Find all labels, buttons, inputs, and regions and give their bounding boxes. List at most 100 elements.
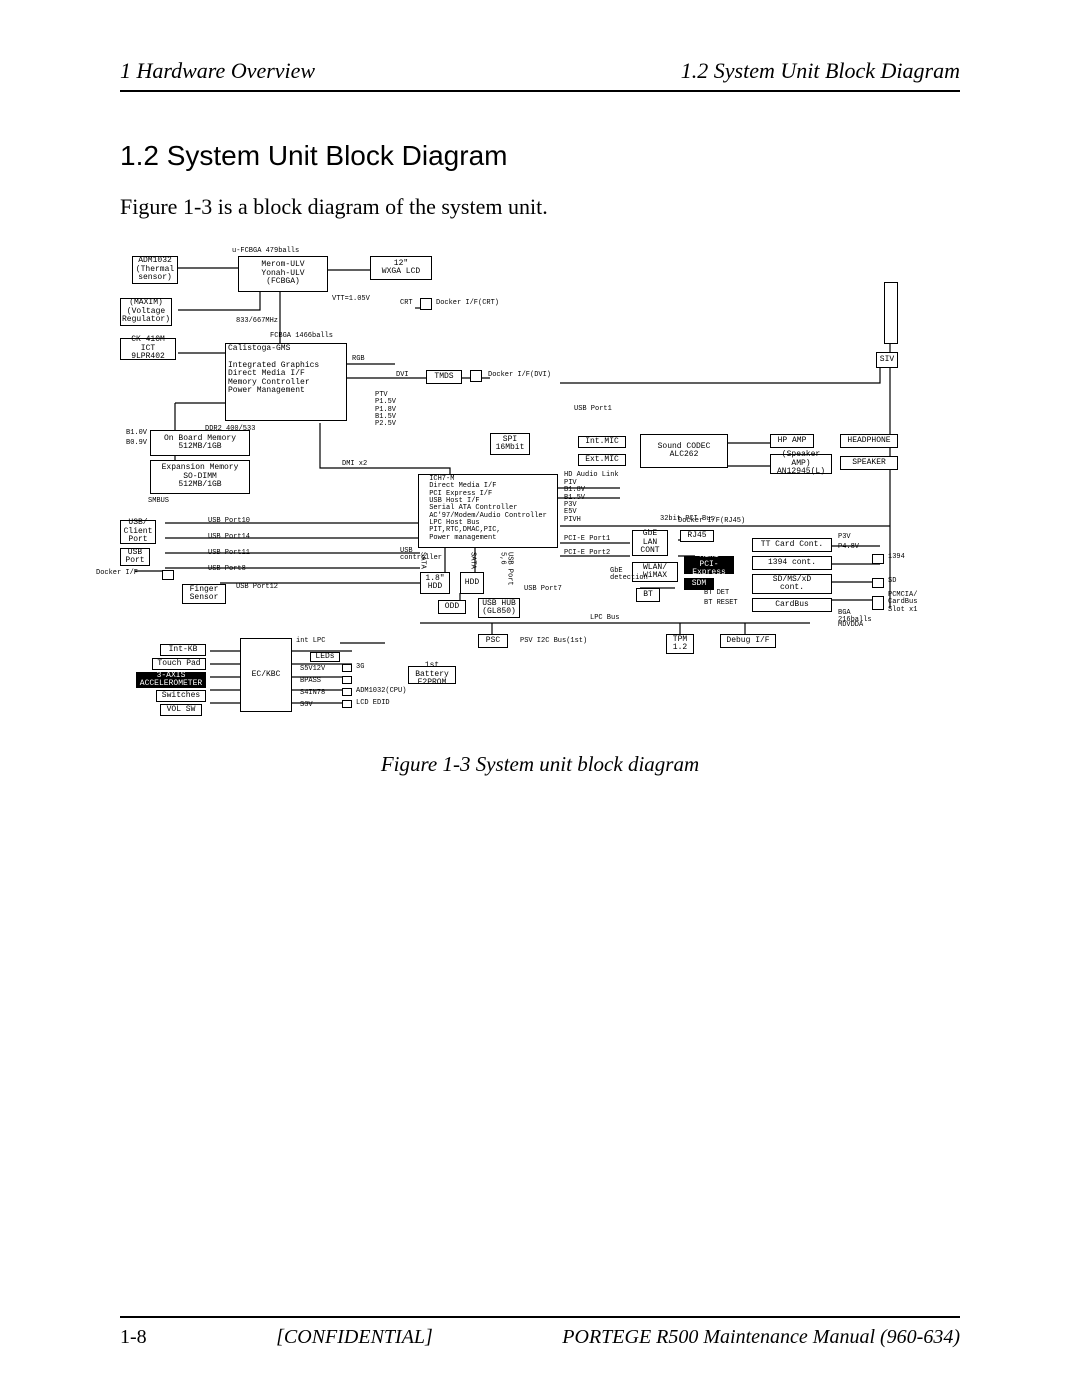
label-fcbga479: u-FCBGA 479balls xyxy=(232,248,299,255)
label-lpc-bus: LPC Bus xyxy=(590,615,619,622)
block-vol-sw: VOL SW xyxy=(160,704,202,716)
label-usb-p11: USB Port11 xyxy=(208,550,250,557)
label-adm1032: ADM1032(CPU) xyxy=(356,688,406,695)
connector-bpass xyxy=(342,676,352,684)
section-title: 1.2 System Unit Block Diagram xyxy=(120,140,960,172)
label-docker-if: Docker I/F xyxy=(96,570,138,577)
label-gbe-det: GbE detection xyxy=(610,568,648,583)
label-int-lpc: int LPC xyxy=(296,638,325,645)
label-crt: CRT xyxy=(400,300,413,307)
label-usb-p14: USB Port14 xyxy=(208,534,250,541)
label-p48v: P4.8V xyxy=(838,544,859,551)
label-docker-dvi: Docker I/F(DVI) xyxy=(488,372,551,379)
block-sd-ms-xd: SD/MS/xD cont. xyxy=(752,574,832,594)
block-int-mic: Int.MIC xyxy=(578,436,626,448)
label-docker-crt: Docker I/F(CRT) xyxy=(436,300,499,307)
block-cpu: Merom-ULV Yonah-ULV (FCBGA) xyxy=(238,256,328,292)
block-ttcard: TT Card Cont. xyxy=(752,538,832,552)
block-debug-if: Debug I/F xyxy=(720,634,776,648)
block-voltage-regulator: (MAXIM) (Voltage Regulator) xyxy=(120,298,172,326)
footer-page: 1-8 xyxy=(120,1326,147,1349)
block-sound-codec: Sound CODEC ALC262 xyxy=(640,434,728,468)
label-usb-port1: USB Port1 xyxy=(574,406,612,413)
block-thermal-sensor: ADM1032 (Thermal sensor) xyxy=(132,256,178,284)
block-lcd: 12″ WXGA LCD xyxy=(370,256,432,280)
label-b1v0: B1.0V xyxy=(126,430,147,437)
block-speaker-amp: (Speaker AMP) AN12945(L) xyxy=(770,454,832,474)
block-rj45: RJ45 xyxy=(680,530,714,542)
label-dvi: DVI xyxy=(396,372,409,379)
block-leds: LEDs xyxy=(310,652,340,662)
section-intro: Figure 1-3 is a block diagram of the sys… xyxy=(120,194,960,220)
label-power-v: PTV P1.5V P1.8V B1.5V P2.5V xyxy=(375,392,396,429)
label-s5v12: S5V12V xyxy=(300,666,325,673)
label-smbus: SMBUS xyxy=(148,498,169,505)
block-hp-amp: HP AMP xyxy=(770,434,814,448)
label-rgb: RGB xyxy=(352,356,365,363)
label-bt-reset: BT RESET xyxy=(704,600,738,607)
label-pvlist: PIV B1.8V B1.5V P3V E5V PIVH xyxy=(564,480,585,524)
block-hdd2: HDD xyxy=(460,572,484,594)
label-usb-p10: USB Port10 xyxy=(208,518,250,525)
label-1394: 1394 xyxy=(888,554,905,561)
figure-caption: Figure 1-3 System unit block diagram xyxy=(120,752,960,777)
label-s4in78: S4IN78 xyxy=(300,690,325,697)
label-vtt: VTT=1.05V xyxy=(332,296,370,303)
label-pcie1: PCI-E Port1 xyxy=(564,536,610,543)
label-mdvdda: MDVDDA xyxy=(838,622,863,629)
block-1394: 1394 cont. xyxy=(752,556,832,570)
label-pcie2: PCI-E Port2 xyxy=(564,550,610,557)
connector-crt xyxy=(420,298,432,310)
label-fcbga1466: FCBGA 1466balls xyxy=(270,333,333,340)
footer-manual: PORTEGE R500 Maintenance Manual (960-634… xyxy=(562,1326,960,1349)
label-usb-controller: USB controller xyxy=(400,548,442,563)
block-ext-mic: Ext.MIC xyxy=(578,454,626,466)
label-usb-p7: USB Port7 xyxy=(524,586,562,593)
label-s3v: S3V xyxy=(300,702,313,709)
connector-1394 xyxy=(872,554,884,564)
block-hdd1: 1.8″ HDD xyxy=(420,572,450,594)
block-tmds: TMDS xyxy=(426,370,462,384)
block-spi: SPI 16Mbit xyxy=(490,433,530,455)
connector-s4in xyxy=(342,688,352,696)
block-tpm: TPM 1.2 xyxy=(666,634,694,654)
block-usb-hub: USB HUB (GL850) xyxy=(478,598,520,618)
block-bt: BT xyxy=(636,588,660,602)
block-odd: ODD xyxy=(438,600,466,614)
connector-3g xyxy=(342,664,352,672)
label-pci-bus: 32bit PCI Bus xyxy=(660,516,715,523)
block-int-kb: Int-KB xyxy=(160,644,206,656)
block-switches: Switches xyxy=(156,690,206,702)
block-diagram: ADM1032 (Thermal sensor) Merom-ULV Yonah… xyxy=(120,248,930,728)
block-headphone: HEADPHONE xyxy=(840,434,898,448)
label-dmi: DMI x2 xyxy=(342,461,367,468)
connector-docker xyxy=(162,570,174,580)
label-3g: 3G xyxy=(356,664,364,671)
block-siv: SIV xyxy=(876,352,898,368)
block-onboard-memory: On Board Memory 512MB/1GB xyxy=(150,430,250,456)
block-ich7m: ICH7-M Direct Media I/F PCI Express I/F … xyxy=(418,474,558,548)
label-usb-p12: USB Port12 xyxy=(236,584,278,591)
block-touchpad: Touch Pad xyxy=(152,658,206,670)
block-mini-pciexpress: Mini PCI-Express xyxy=(684,556,734,574)
block-gbe-lan: GbE LAN CONT xyxy=(632,530,668,556)
block-gmch: Calistoga-GMS Integrated Graphics Direct… xyxy=(225,343,347,421)
block-eeprom: 1st Battery E2PROM xyxy=(408,666,456,684)
label-pcmcia: PCMCIA/ CardBus Slot x1 xyxy=(888,592,917,614)
label-b0v9: B0.9V xyxy=(126,440,147,447)
label-psc-i2c: PSV I2C Bus(1st) xyxy=(520,638,587,645)
header-left: 1 Hardware Overview xyxy=(120,58,315,84)
block-clock: CK 410M ICT 9LPR402 xyxy=(120,338,176,360)
block-accelerometer: 3-AXIS ACCELEROMETER xyxy=(136,672,206,688)
footer-confidential: [CONFIDENTIAL] xyxy=(276,1326,433,1349)
label-fsb: 833/667MHz xyxy=(236,318,278,325)
block-psc: PSC xyxy=(478,634,508,648)
block-finger-sensor: Finger Sensor xyxy=(182,584,226,604)
label-bt-det: BT DET xyxy=(704,590,729,597)
label-usb56: USB Port 5,6 xyxy=(498,552,513,586)
label-p3v: P3V xyxy=(838,534,851,541)
block-right-rail xyxy=(884,282,898,344)
block-expansion-memory: Expansion Memory SO-DIMM 512MB/1GB xyxy=(150,460,250,494)
connector-sd xyxy=(872,578,884,588)
connector-lcdedid xyxy=(342,700,352,708)
